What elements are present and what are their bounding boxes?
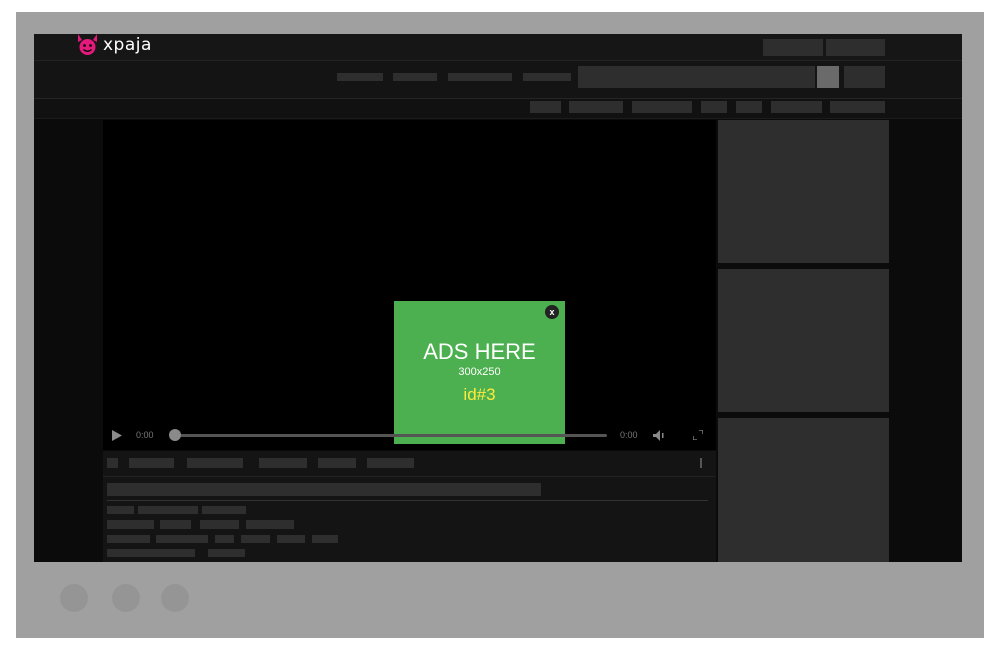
sidebar-ad-slot[interactable] xyxy=(718,120,889,263)
search-icon[interactable] xyxy=(817,66,839,88)
sidebar-ad-slot[interactable] xyxy=(718,418,889,562)
current-time: 0:00 xyxy=(136,430,154,440)
tag-item[interactable] xyxy=(215,535,234,543)
tag-item[interactable] xyxy=(107,506,134,514)
site-header xyxy=(34,61,962,99)
tag-item[interactable] xyxy=(246,520,294,529)
tag-item[interactable] xyxy=(241,535,270,543)
search-input[interactable] xyxy=(578,66,815,88)
window-control-dot xyxy=(112,584,140,612)
sidebar-ad-slot[interactable] xyxy=(718,269,889,412)
nav-item[interactable] xyxy=(337,73,383,81)
tag-item[interactable] xyxy=(277,535,305,543)
category-item[interactable] xyxy=(771,101,822,113)
close-icon[interactable]: x xyxy=(545,305,559,319)
category-item[interactable] xyxy=(569,101,623,113)
ad-title: ADS HERE xyxy=(423,339,536,364)
ad-id: id#3 xyxy=(463,385,496,404)
category-item[interactable] xyxy=(830,101,885,113)
tag-item[interactable] xyxy=(138,506,198,514)
category-item[interactable] xyxy=(701,101,727,113)
action-button[interactable] xyxy=(259,458,307,468)
nav-item[interactable] xyxy=(523,73,571,81)
browser-screen: x ADS HERE 300x250 id#3 0:00 0:00 xyxy=(34,34,962,562)
site-logo[interactable]: xpaja xyxy=(75,33,152,57)
tag-item[interactable] xyxy=(107,549,195,557)
tag-item[interactable] xyxy=(156,535,208,543)
tag-item[interactable] xyxy=(208,549,245,557)
logo-text: xpaja xyxy=(103,35,152,55)
action-button[interactable] xyxy=(129,458,174,468)
player-controls: 0:00 0:00 xyxy=(103,422,716,450)
video-info xyxy=(103,451,716,562)
tag-item[interactable] xyxy=(107,535,150,543)
category-item[interactable] xyxy=(632,101,692,113)
progress-track[interactable] xyxy=(175,434,607,437)
nav-item[interactable] xyxy=(393,73,437,81)
more-options-icon[interactable] xyxy=(700,458,702,468)
play-icon[interactable] xyxy=(112,430,122,441)
video-title-bar xyxy=(107,483,541,496)
login-button[interactable] xyxy=(763,39,823,56)
window-control-dot xyxy=(161,584,189,612)
action-button[interactable] xyxy=(187,458,243,468)
action-button[interactable] xyxy=(318,458,356,468)
devil-face-icon xyxy=(78,34,97,55)
tag-item[interactable] xyxy=(107,520,154,529)
fullscreen-icon[interactable] xyxy=(693,430,703,440)
category-item[interactable] xyxy=(736,101,762,113)
action-button[interactable] xyxy=(367,458,414,468)
volume-icon[interactable] xyxy=(653,430,665,441)
divider xyxy=(107,500,708,501)
ad-size: 300x250 xyxy=(458,366,501,378)
upload-button[interactable] xyxy=(844,66,885,88)
divider xyxy=(103,476,716,477)
video-player[interactable]: x ADS HERE 300x250 id#3 xyxy=(103,120,716,450)
like-button[interactable] xyxy=(107,458,118,468)
tag-item[interactable] xyxy=(202,506,246,514)
signup-button[interactable] xyxy=(826,39,885,56)
tag-item[interactable] xyxy=(160,520,191,529)
tag-item[interactable] xyxy=(312,535,338,543)
tag-item[interactable] xyxy=(200,520,239,529)
progress-knob[interactable] xyxy=(169,429,181,441)
nav-item[interactable] xyxy=(448,73,512,81)
category-item[interactable] xyxy=(530,101,561,113)
duration: 0:00 xyxy=(620,430,638,440)
top-strip xyxy=(34,34,962,61)
window-control-dot xyxy=(60,584,88,612)
category-nav xyxy=(34,99,962,119)
